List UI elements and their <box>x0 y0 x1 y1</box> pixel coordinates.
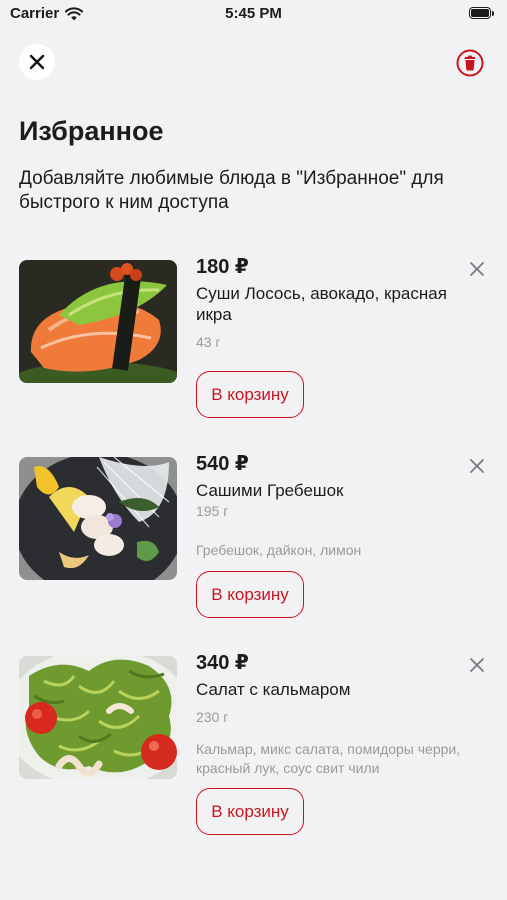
add-to-cart-button[interactable]: В корзину <box>196 788 304 835</box>
item-name: Сашими Гребешок <box>196 481 344 500</box>
clear-favorites-button[interactable] <box>455 48 485 78</box>
item-price: 340 ₽ <box>196 652 249 674</box>
item-description: Гребешок, дайкон, лимон <box>196 542 362 558</box>
item-name: Суши Лосось, авокадо, красная икра <box>196 284 447 324</box>
close-button[interactable] <box>19 44 55 80</box>
battery-icon <box>469 7 495 21</box>
item-name: Салат с кальмаром <box>196 680 351 699</box>
remove-item-button[interactable] <box>468 260 486 278</box>
add-to-cart-button[interactable]: В корзину <box>196 371 304 418</box>
remove-x-icon <box>470 459 484 473</box>
remove-item-button[interactable] <box>468 457 486 475</box>
status-time: 5:45 PM <box>225 5 282 22</box>
item-price: 540 ₽ <box>196 453 249 475</box>
trash-icon <box>456 49 484 77</box>
page-subtitle: Добавляйте любимые блюда в "Избранное" д… <box>19 168 444 213</box>
remove-item-button[interactable] <box>468 656 486 674</box>
page-title: Избранное <box>19 116 164 146</box>
item-price: 180 ₽ <box>196 256 249 278</box>
item-weight: 230 г <box>196 709 229 725</box>
status-bar: Carrier 5:45 PM <box>0 0 507 30</box>
add-to-cart-button[interactable]: В корзину <box>196 571 304 618</box>
item-weight: 43 г <box>196 334 221 350</box>
dish-image-squid-salad[interactable] <box>19 656 177 779</box>
remove-x-icon <box>470 262 484 276</box>
item-description: Кальмар, микс салата, помидоры черри, кр… <box>196 741 461 776</box>
close-icon <box>29 54 45 70</box>
remove-x-icon <box>470 658 484 672</box>
dish-image-salmon-sushi[interactable] <box>19 260 177 383</box>
dish-image-scallop-sashimi[interactable] <box>19 457 177 580</box>
item-weight: 195 г <box>196 503 229 519</box>
